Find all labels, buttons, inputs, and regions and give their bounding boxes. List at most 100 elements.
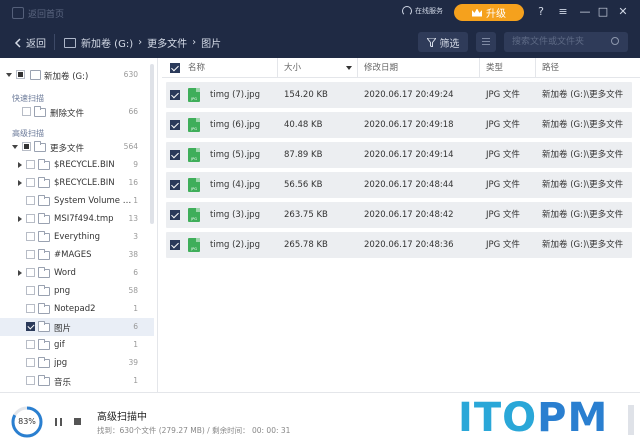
row-checkbox[interactable] (170, 90, 180, 100)
checkbox[interactable] (16, 70, 25, 79)
headset-icon (402, 6, 412, 16)
checkbox[interactable] (26, 250, 35, 259)
checkbox[interactable] (26, 196, 35, 205)
pause-icon[interactable] (55, 418, 62, 426)
sidebar-folder-item[interactable]: jpg 39 (0, 354, 154, 372)
online-service-button[interactable]: 在线服务 (402, 6, 443, 16)
table-row[interactable]: timg (2).jpg 265.78 KB 2020.06.17 20:48:36… (166, 232, 632, 258)
sidebar-item-label: png (54, 286, 71, 296)
breadcrumb-pictures[interactable]: 图片 (201, 35, 221, 50)
list-view-icon (482, 38, 490, 39)
sidebar-item-label: 图片 (54, 324, 72, 334)
help-icon[interactable]: ? (534, 5, 548, 19)
sidebar-folder-item[interactable]: 音乐 1 (0, 372, 154, 390)
title-bar: 返回首页 在线服务 升级 ? ≡ — □ ✕ (0, 0, 640, 26)
cell-type: JPG 文件 (486, 210, 520, 220)
home-link[interactable]: 返回首页 (28, 7, 64, 20)
back-button[interactable]: 返回 (14, 35, 46, 50)
expand-arrow-icon[interactable] (6, 73, 12, 77)
maximize-button[interactable]: □ (596, 5, 610, 19)
filter-button[interactable]: 筛选 (418, 32, 468, 52)
sidebar-item-more-files[interactable]: 更多文件 564 (0, 138, 154, 156)
checkbox[interactable] (26, 178, 35, 187)
expand-arrow-icon[interactable] (12, 145, 18, 149)
upgrade-button[interactable]: 升级 (454, 4, 524, 21)
minimize-button[interactable]: — (578, 5, 592, 19)
column-label: 修改日期 (364, 63, 399, 73)
sidebar-folder-item[interactable]: gif 1 (0, 336, 154, 354)
sidebar-folder-item[interactable]: png 58 (0, 282, 154, 300)
folder-icon (38, 321, 50, 332)
checkbox[interactable] (26, 322, 35, 331)
breadcrumb-more-files[interactable]: 更多文件 (147, 35, 187, 50)
table-row[interactable]: timg (4).jpg 56.56 KB 2020.06.17 20:48:44 J… (166, 172, 632, 198)
sidebar-folder-item[interactable]: Word 6 (0, 264, 154, 282)
checkbox[interactable] (26, 286, 35, 295)
folder-icon (38, 303, 50, 314)
expand-arrow-icon[interactable] (18, 270, 22, 276)
sidebar-folder-item[interactable]: Notepad2 1 (0, 300, 154, 318)
sidebar-item-drive[interactable]: 新加卷 (G:) 630 (0, 66, 154, 84)
back-label: 返回 (26, 39, 46, 50)
select-all-checkbox[interactable] (170, 63, 180, 73)
sidebar-scrollbar[interactable] (150, 64, 154, 224)
column-name[interactable]: 名称 (162, 58, 278, 78)
column-date[interactable]: 修改日期 (358, 58, 480, 78)
column-type[interactable]: 类型 (480, 58, 536, 78)
breadcrumb: 新加卷 (G:) › 更多文件 › 图片 (64, 35, 221, 50)
expand-arrow-icon[interactable] (18, 216, 22, 222)
cell-path: 新加卷 (G:)\更多文件 (542, 240, 624, 250)
cell-size: 87.89 KB (284, 150, 323, 160)
row-checkbox[interactable] (170, 120, 180, 130)
row-checkbox[interactable] (170, 180, 180, 190)
row-checkbox[interactable] (170, 210, 180, 220)
sidebar-item-deleted-files[interactable]: 删除文件 66 (0, 103, 154, 121)
sidebar-folder-item[interactable]: System Volume Inf...1 (0, 192, 154, 210)
checkbox[interactable] (26, 304, 35, 313)
item-count: 16 (128, 178, 138, 187)
cell-date: 2020.06.17 20:48:42 (364, 210, 454, 220)
checkbox[interactable] (26, 376, 35, 385)
sidebar-folder-item[interactable]: $RECYCLE.BIN 16 (0, 174, 154, 192)
item-count: 6 (133, 268, 138, 277)
checkbox[interactable] (26, 340, 35, 349)
item-count: 38 (128, 250, 138, 259)
row-checkbox[interactable] (170, 150, 180, 160)
sidebar-folder-item[interactable]: MSI7f494.tmp 13 (0, 210, 154, 228)
checkbox[interactable] (26, 268, 35, 277)
table-row[interactable]: timg (7).jpg 154.20 KB 2020.06.17 20:49:24… (166, 82, 632, 108)
folder-icon (38, 285, 50, 296)
scrollbar-stub[interactable] (628, 405, 634, 435)
column-path[interactable]: 路径 (536, 58, 640, 78)
breadcrumb-drive[interactable]: 新加卷 (G:) (81, 35, 133, 50)
table-row[interactable]: timg (3).jpg 263.75 KB 2020.06.17 20:48:42… (166, 202, 632, 228)
sidebar-folder-item[interactable]: Everything 3 (0, 228, 154, 246)
checkbox[interactable] (22, 107, 31, 116)
close-button[interactable]: ✕ (616, 5, 630, 19)
row-checkbox[interactable] (170, 240, 180, 250)
item-count: 39 (128, 358, 138, 367)
watermark-text: PM (537, 395, 609, 441)
table-row[interactable]: timg (5).jpg 87.89 KB 2020.06.17 20:49:14 J… (166, 142, 632, 168)
cell-size: 265.78 KB (284, 240, 328, 250)
item-count: 3 (133, 232, 138, 241)
checkbox[interactable] (22, 142, 31, 151)
view-toggle-button[interactable] (476, 32, 496, 52)
sidebar-folder-item[interactable]: #MAGES 38 (0, 246, 154, 264)
checkbox[interactable] (26, 232, 35, 241)
checkbox[interactable] (26, 160, 35, 169)
sidebar-folder-item[interactable]: $RECYCLE.BIN 9 (0, 156, 154, 174)
cell-name: timg (5).jpg (210, 150, 260, 160)
expand-arrow-icon[interactable] (18, 180, 22, 186)
table-row[interactable]: timg (6).jpg 40.48 KB 2020.06.17 20:49:18 J… (166, 112, 632, 138)
expand-arrow-icon[interactable] (18, 162, 22, 168)
sidebar-folder-item[interactable]: 图片 6 (0, 318, 154, 336)
search-icon[interactable] (611, 37, 619, 45)
search-input[interactable] (504, 32, 628, 52)
column-size[interactable]: 大小 (278, 58, 358, 78)
checkbox[interactable] (26, 214, 35, 223)
checkbox[interactable] (26, 358, 35, 367)
stop-icon[interactable] (74, 418, 81, 425)
folder-icon (34, 141, 46, 152)
menu-icon[interactable]: ≡ (556, 5, 570, 19)
